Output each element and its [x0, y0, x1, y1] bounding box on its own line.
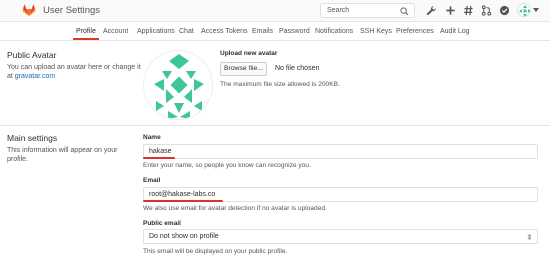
main-settings-desc-line1: This information will appear on your [7, 147, 118, 154]
name-hint: Enter your name, so people you know can … [143, 162, 311, 169]
main-settings-desc-line2: profile. [7, 156, 29, 163]
email-hint: We also use email for avatar detection i… [143, 205, 327, 212]
page-title: User Settings [43, 5, 101, 16]
public-avatar-desc-line1: You can upload an avatar here or change … [7, 64, 141, 71]
merge-request-icon[interactable] [481, 5, 492, 16]
user-avatar[interactable] [517, 3, 531, 17]
public-avatar-desc-at: at [7, 73, 13, 80]
browse-file-button[interactable]: Browse file... [220, 62, 267, 76]
search-placeholder: Search [327, 7, 350, 14]
main-settings-description: This information will appear on your pro… [7, 146, 132, 164]
file-chosen-text: No file chosen [275, 65, 320, 72]
public-email-label: Public email [143, 220, 181, 227]
email-annotation-underline [143, 200, 223, 202]
tab-profile[interactable]: Profile [76, 28, 96, 35]
plus-icon[interactable] [445, 5, 456, 16]
tab-preferences[interactable]: Preferences [396, 28, 434, 35]
tab-ssh-keys[interactable]: SSH Keys [360, 28, 392, 35]
chevron-down-icon[interactable] [533, 8, 539, 13]
wrench-icon[interactable] [426, 5, 437, 16]
gitlab-logo-icon[interactable] [22, 3, 36, 17]
name-field[interactable]: hakase [143, 144, 538, 159]
public-email-select[interactable]: Do not show on profile [143, 229, 538, 244]
tab-access-tokens[interactable]: Access Tokens [201, 28, 248, 35]
public-email-hint: This email will be displayed on your pub… [143, 248, 288, 255]
tab-notifications[interactable]: Notifications [315, 28, 353, 35]
max-file-size-hint: The maximum file size allowed is 200KB. [220, 81, 340, 88]
tab-password[interactable]: Password [279, 28, 310, 35]
email-field-value: root@hakase-labs.co [149, 191, 216, 198]
identicon-large-icon [154, 54, 204, 119]
select-chevron-icon [527, 234, 532, 240]
tab-account[interactable]: Account [103, 28, 128, 35]
search-icon [400, 7, 409, 16]
search-input[interactable]: Search [320, 3, 415, 18]
public-avatar-title: Public Avatar [7, 50, 57, 60]
gravatar-link[interactable]: gravatar.com [15, 73, 55, 80]
tab-emails[interactable]: Emails [252, 28, 273, 35]
name-field-value: hakase [149, 148, 172, 155]
name-label: Name [143, 134, 161, 141]
public-avatar-description: You can upload an avatar here or change … [7, 63, 142, 81]
active-tab-indicator [73, 38, 99, 40]
profile-avatar [143, 50, 213, 120]
section-divider [0, 125, 550, 126]
todo-check-icon[interactable] [499, 5, 510, 16]
email-label: Email [143, 177, 161, 184]
tab-audit-log[interactable]: Audit Log [440, 28, 470, 35]
issues-hash-icon[interactable] [463, 5, 474, 16]
upload-avatar-label: Upload new avatar [220, 50, 278, 57]
tab-applications[interactable]: Applications [137, 28, 175, 35]
top-navbar: User Settings Search [0, 0, 550, 22]
tab-chat[interactable]: Chat [179, 28, 194, 35]
identicon-small-icon [519, 5, 530, 16]
main-settings-title: Main settings [7, 133, 58, 143]
public-email-selected-value: Do not show on profile [149, 233, 219, 240]
name-annotation-underline [143, 157, 175, 159]
